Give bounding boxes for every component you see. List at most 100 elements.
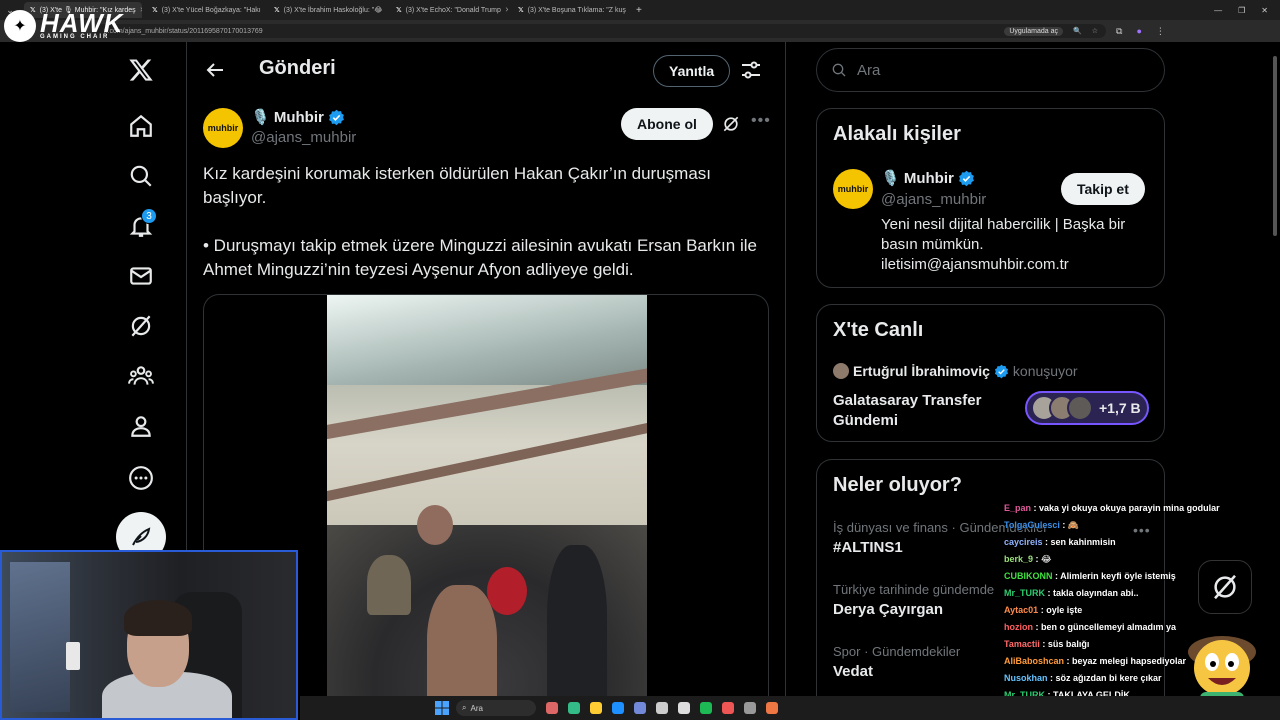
app-icon[interactable]: [744, 702, 756, 714]
page-header: Gönderi Yanıtla: [187, 42, 785, 98]
messages-mail-icon[interactable]: [116, 256, 166, 296]
notifications-bell-icon[interactable]: 3: [116, 206, 166, 246]
sliders-icon[interactable]: [739, 58, 763, 82]
chat-text: : takla olayından abi..: [1045, 588, 1139, 598]
app-icon[interactable]: [568, 702, 580, 714]
subscribe-button[interactable]: Abone ol: [621, 108, 713, 140]
notification-count-badge: 3: [141, 208, 157, 224]
post-author: muhbir 🎙️ Muhbir @ajans_muhbir Abone ol …: [203, 108, 771, 152]
listeners-pill[interactable]: +1,7 B: [1025, 391, 1149, 425]
space-title[interactable]: Galatasaray Transfer Gündemi: [833, 391, 1013, 431]
extensions-icon[interactable]: ⧉: [1116, 26, 1122, 37]
grok-icon[interactable]: [116, 306, 166, 346]
search-icon: ⌕: [462, 703, 467, 712]
page-title: Gönderi: [259, 57, 336, 79]
app-icon[interactable]: [546, 702, 558, 714]
webcam-overlay: [0, 550, 298, 720]
profile-icon[interactable]: [116, 406, 166, 446]
chat-text: : oyle işte: [1038, 605, 1083, 615]
verified-badge-icon: [328, 109, 344, 125]
bookmark-star-icon[interactable]: ☆: [1092, 27, 1098, 35]
video-frame: [327, 295, 647, 720]
chat-text: : 😂: [1033, 554, 1052, 564]
search-icon[interactable]: [116, 156, 166, 196]
chat-username: hozion: [1004, 622, 1033, 632]
x-logo-icon[interactable]: [116, 50, 166, 90]
chat-username: E_pan: [1004, 503, 1032, 513]
browser-tab[interactable]: 𝕏 (3) X'te İbrahim Haskoloğlu: "😂 ✕: [268, 2, 386, 18]
chat-text: : beyaz melegi hapsediyolar: [1064, 656, 1187, 666]
grok-explain-icon[interactable]: [721, 114, 741, 134]
grok-icon: [1214, 574, 1236, 600]
back-arrow-icon[interactable]: [203, 58, 227, 82]
app-icon[interactable]: [656, 702, 668, 714]
post-more-icon[interactable]: •••: [751, 112, 771, 130]
author-handle[interactable]: @ajans_muhbir: [251, 129, 356, 146]
zoom-icon[interactable]: 🔍: [1073, 27, 1082, 35]
verified-badge-icon: [958, 170, 974, 186]
feather-icon: [132, 527, 151, 546]
page-scrollbar[interactable]: [1272, 46, 1278, 720]
new-tab-button[interactable]: +: [636, 5, 642, 16]
x-favicon-icon: 𝕏: [274, 7, 280, 14]
windows-taskbar: ⌕ Ara: [300, 696, 1280, 720]
reply-button[interactable]: Yanıtla: [653, 55, 731, 87]
related-people-card: Alakalı kişiler muhbir 🎙️ Muhbir @ajans_…: [816, 108, 1165, 288]
verified-badge-icon: [994, 364, 1008, 378]
browser-tab[interactable]: 𝕏 (3) X'te Boşuna Tıklama: "Z kuş ✕: [512, 2, 630, 18]
browser-tabbar: ⌄ 𝕏 (3) X'te 🎙 Muhbir: "Kız kardeş ✕ 𝕏 (…: [0, 0, 1280, 20]
app-icon[interactable]: [722, 702, 734, 714]
chat-username: Nusokhan: [1004, 673, 1048, 683]
maximize-icon[interactable]: ❐: [1238, 6, 1245, 15]
avatar[interactable]: muhbir: [203, 108, 243, 148]
browser-tab[interactable]: 𝕏 (3) X'te Yücel Boğazkaya: "Hakı ✕: [146, 2, 264, 18]
chat-message: caycireis : sen kahinmisin: [1004, 534, 1244, 551]
browser-icon[interactable]: [766, 702, 778, 714]
chat-username: AliBaboshcan: [1004, 656, 1065, 666]
close-tab-icon[interactable]: ✕: [505, 6, 508, 14]
live-host[interactable]: Ertuğrul İbrahimoviç konuşuyor: [833, 363, 1078, 379]
related-name[interactable]: 🎙️ Muhbir: [881, 169, 975, 187]
app-icon[interactable]: [612, 702, 624, 714]
close-window-icon[interactable]: ✕: [1261, 6, 1268, 15]
x-favicon-icon: 𝕏: [518, 7, 524, 14]
windows-start-icon[interactable]: [434, 700, 450, 716]
avatar: [833, 363, 849, 379]
chat-text: : Alimlerin keyfi öyle istemiş: [1052, 571, 1176, 581]
chat-username: Tamactii: [1004, 639, 1040, 649]
chat-text: : ben o güncellemeyi almadım ya: [1033, 622, 1177, 632]
chat-message: TolgaGulesci : 🙈: [1004, 517, 1244, 534]
follow-button[interactable]: Takip et: [1061, 173, 1145, 205]
avatar[interactable]: muhbir: [833, 169, 873, 209]
folder-icon[interactable]: [590, 702, 602, 714]
chat-text: : sen kahinmisin: [1042, 537, 1116, 547]
chat-username: berk_9: [1004, 554, 1034, 564]
minimize-icon[interactable]: —: [1214, 6, 1222, 15]
chat-username: Mr_TURK: [1004, 588, 1046, 598]
chat-username: TolgaGulesci: [1004, 520, 1060, 530]
browser-menu-icon[interactable]: ⋮: [1156, 26, 1165, 37]
chat-text: : vaka yi okuya okuya parayin mina godul…: [1031, 503, 1220, 513]
taskbar-search[interactable]: ⌕ Ara: [456, 700, 536, 716]
author-name[interactable]: 🎙️ Muhbir: [251, 108, 345, 126]
home-icon[interactable]: [116, 106, 166, 146]
related-handle[interactable]: @ajans_muhbir: [881, 191, 986, 208]
browser-tab[interactable]: 𝕏 (3) X'te EchoX: "Donald Trump ✕: [390, 2, 508, 18]
x-favicon-icon: 𝕏: [396, 7, 402, 14]
communities-icon[interactable]: [116, 356, 166, 396]
x-favicon-icon: 𝕏: [152, 7, 158, 14]
spotify-icon[interactable]: [700, 702, 712, 714]
chat-text: : süs balığı: [1039, 639, 1090, 649]
chat-username: Aytac01: [1004, 605, 1039, 615]
search-input[interactable]: Ara: [816, 48, 1165, 92]
url-field[interactable]: x.com/ajans_muhbir/status/20116958701700…: [96, 24, 1106, 38]
app-icon[interactable]: [678, 702, 690, 714]
avatar: [1067, 395, 1093, 421]
close-tab-icon[interactable]: ✕: [140, 6, 142, 14]
discord-icon[interactable]: [634, 702, 646, 714]
grok-floating-button[interactable]: [1198, 560, 1252, 614]
more-options-icon[interactable]: [116, 458, 166, 498]
related-bio: Yeni nesil dijital habercilik | Başka bi…: [881, 216, 1126, 273]
profile-icon[interactable]: ●: [1136, 26, 1141, 37]
open-in-app-button[interactable]: Uygulamada aç: [1004, 26, 1063, 36]
